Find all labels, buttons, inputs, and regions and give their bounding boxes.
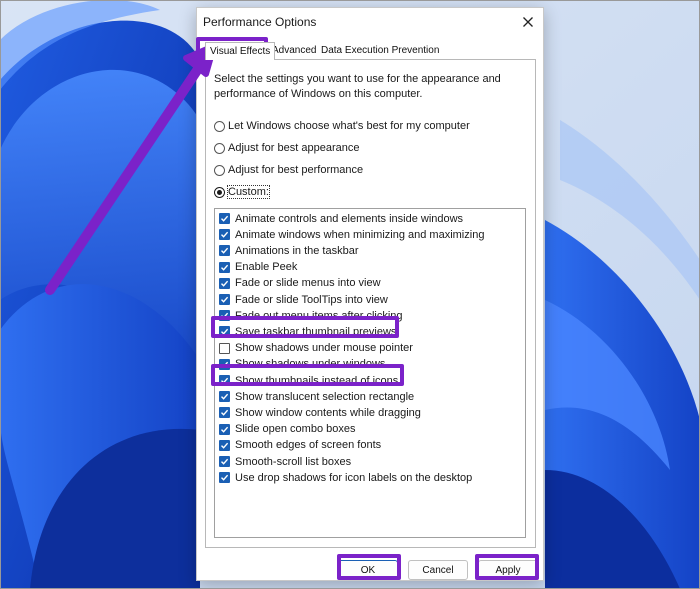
tab-visual-effects[interactable]: Visual Effects bbox=[205, 42, 276, 60]
annotation-arrow-icon bbox=[45, 43, 217, 295]
